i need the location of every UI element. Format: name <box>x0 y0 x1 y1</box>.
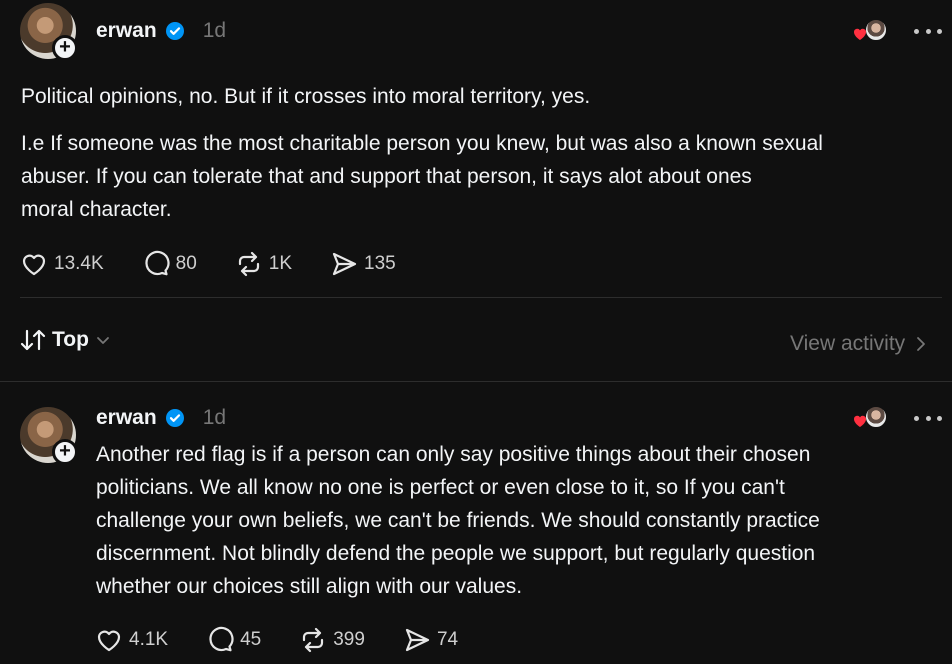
heart-badge-icon <box>853 28 867 40</box>
like-button[interactable]: 4.1K <box>95 626 168 654</box>
view-activity-label: View activity <box>790 332 906 355</box>
reply-count: 80 <box>175 253 197 274</box>
share-button[interactable]: 135 <box>330 250 396 278</box>
post-paragraph-2-line-3: moral character. <box>21 198 172 221</box>
share-count: 135 <box>364 253 396 274</box>
post-paragraph-1: Political opinions, no. But if it crosse… <box>21 85 591 108</box>
reply-line-3: challenge your own beliefs, we can't be … <box>96 509 820 532</box>
post-actions: 13.4K 80 1K 135 <box>20 250 434 278</box>
chevron-down-icon <box>97 337 109 344</box>
sort-label: Top <box>52 328 89 351</box>
sort-divider <box>0 381 952 382</box>
reply-button[interactable]: 80 <box>142 250 197 278</box>
heart-badge-icon <box>853 415 867 427</box>
post-paragraph-2-line-2: abuser. If you can tolerate that and sup… <box>21 165 752 188</box>
post-avatar[interactable]: + <box>20 3 78 61</box>
share-count: 74 <box>436 629 459 650</box>
chevron-right-icon <box>917 337 926 351</box>
reply-actions: 4.1K 45 399 74 <box>95 626 496 654</box>
reply-avatar[interactable]: + <box>20 407 78 465</box>
heart-icon <box>22 254 46 276</box>
sort-arrows-icon <box>20 329 46 351</box>
repost-count: 399 <box>333 629 365 650</box>
comment-bubble-icon <box>209 626 234 652</box>
post-header: erwan 1d <box>96 19 226 43</box>
reply-username[interactable]: erwan <box>96 406 157 430</box>
reaction-avatars[interactable] <box>852 405 888 433</box>
reply-line-1: Another red flag is if a person can only… <box>96 443 811 466</box>
reply-button[interactable]: 45 <box>206 626 261 654</box>
reply-header: erwan 1d <box>96 406 226 430</box>
reply-line-2: politicians. We all know no one is perfe… <box>96 476 785 499</box>
sort-dropdown[interactable]: Top <box>20 328 111 352</box>
repost-button[interactable]: 399 <box>299 626 365 654</box>
verified-badge-icon <box>165 22 184 40</box>
more-dots-icon[interactable] <box>914 414 942 422</box>
reply-line-5: whether our choices still align with our… <box>96 575 523 598</box>
reaction-avatars[interactable] <box>852 18 888 46</box>
heart-icon <box>97 630 121 652</box>
post-username[interactable]: erwan <box>96 19 157 43</box>
repost-button[interactable]: 1K <box>235 250 292 278</box>
view-activity-link[interactable]: View activity <box>790 332 927 356</box>
like-count: 13.4K <box>54 253 104 274</box>
reply-line-4: discernment. Not blindly defend the peop… <box>96 542 816 565</box>
like-count: 4.1K <box>129 629 169 650</box>
send-icon <box>332 252 357 276</box>
follow-plus-icon[interactable]: + <box>52 35 78 61</box>
post-paragraph-2-line-1: I.e If someone was the most charitable p… <box>21 132 823 155</box>
more-dots-icon[interactable] <box>914 27 942 35</box>
like-button[interactable]: 13.4K <box>20 250 104 278</box>
reply-timestamp[interactable]: 1d <box>203 406 226 430</box>
reply-count: 45 <box>240 629 262 650</box>
repost-icon <box>238 251 259 277</box>
verified-badge-icon <box>165 409 184 427</box>
share-button[interactable]: 74 <box>403 626 458 654</box>
follow-plus-icon[interactable]: + <box>52 439 78 465</box>
repost-icon <box>303 627 324 653</box>
send-icon <box>405 628 430 652</box>
post-timestamp[interactable]: 1d <box>203 19 226 43</box>
repost-count: 1K <box>268 253 293 274</box>
comment-bubble-icon <box>145 250 170 276</box>
post-divider <box>20 297 942 298</box>
